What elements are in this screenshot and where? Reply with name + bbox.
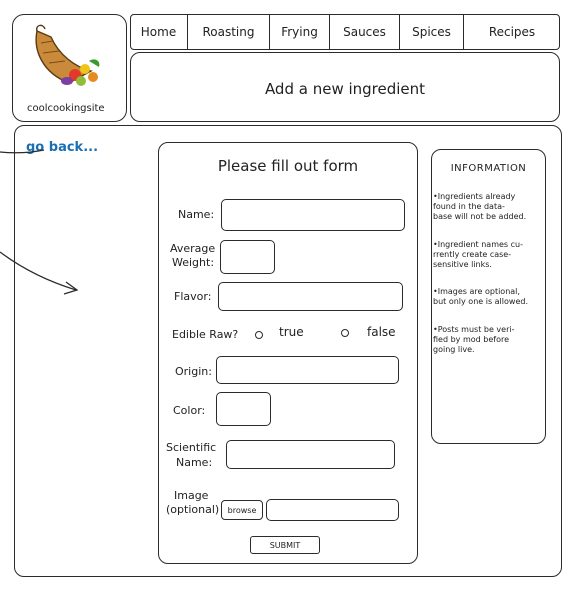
image-label-line2: (optional) xyxy=(166,503,220,516)
annotation-arrows xyxy=(0,149,79,295)
nav-spices-label: Spices xyxy=(412,25,451,39)
weight-label-line2: Weight: xyxy=(172,256,215,269)
nav-frying-label: Frying xyxy=(281,25,318,39)
info-bullet-1: •Ingredients already found in the data- … xyxy=(433,192,527,221)
page-title: Add a new ingredient xyxy=(264,80,426,98)
nav-roasting-label: Roasting xyxy=(202,25,255,39)
info-bullet-4: •Posts must be veri- fied by mod before … xyxy=(433,325,515,354)
color-input[interactable] xyxy=(216,392,271,426)
name-label: Name: xyxy=(178,208,215,221)
average-weight-input[interactable] xyxy=(220,240,275,274)
nav-home[interactable]: Home xyxy=(130,14,188,50)
radio-true[interactable] xyxy=(255,331,263,339)
logo-box[interactable]: coolcookingsite xyxy=(12,14,127,122)
flavor-input[interactable] xyxy=(218,282,403,311)
edible-raw-label: Edible Raw? xyxy=(172,328,239,341)
info-bullet-2: •Ingredient names cu- rrently create cas… xyxy=(433,240,523,269)
form-title: Please fill out form xyxy=(217,157,359,175)
origin-label: Origin: xyxy=(175,365,212,378)
nav-sauces[interactable]: Sauces xyxy=(330,14,400,50)
radio-false[interactable] xyxy=(341,329,349,337)
nav-home-label: Home xyxy=(140,25,177,39)
cornucopia-logo-icon xyxy=(35,24,100,86)
nav-spices[interactable]: Spices xyxy=(400,14,464,50)
nav-sauces-label: Sauces xyxy=(343,25,386,39)
name-input[interactable] xyxy=(221,199,405,231)
nav-recipes-label: Recipes xyxy=(488,25,536,39)
nav-roasting[interactable]: Roasting xyxy=(188,14,270,50)
nav-frying[interactable]: Frying xyxy=(270,14,330,50)
weight-label-line1: Average xyxy=(170,242,216,255)
radio-true-label: true xyxy=(279,325,304,339)
page-header: Add a new ingredient xyxy=(130,52,560,122)
flavor-label: Flavor: xyxy=(174,290,212,303)
submit-label: SUBMIT xyxy=(269,540,301,550)
info-bullet-3: •Images are optional, but only one is al… xyxy=(433,287,528,306)
image-path-input[interactable] xyxy=(266,499,399,521)
scientific-label-line2: Name: xyxy=(176,456,213,469)
nav-recipes[interactable]: Recipes xyxy=(464,14,560,50)
logo-text: coolcookingsite xyxy=(27,103,105,114)
scientific-name-input[interactable] xyxy=(226,440,395,469)
radio-false-label: false xyxy=(367,325,396,339)
image-label-line1: Image xyxy=(174,489,209,502)
browse-label: browse xyxy=(227,505,257,515)
scientific-label-line1: Scientific xyxy=(166,441,217,454)
submit-button[interactable]: SUBMIT xyxy=(250,536,320,554)
info-title: INFORMATION xyxy=(450,163,527,174)
browse-button[interactable]: browse xyxy=(221,500,263,520)
color-label: Color: xyxy=(173,404,206,417)
origin-input[interactable] xyxy=(216,356,399,384)
